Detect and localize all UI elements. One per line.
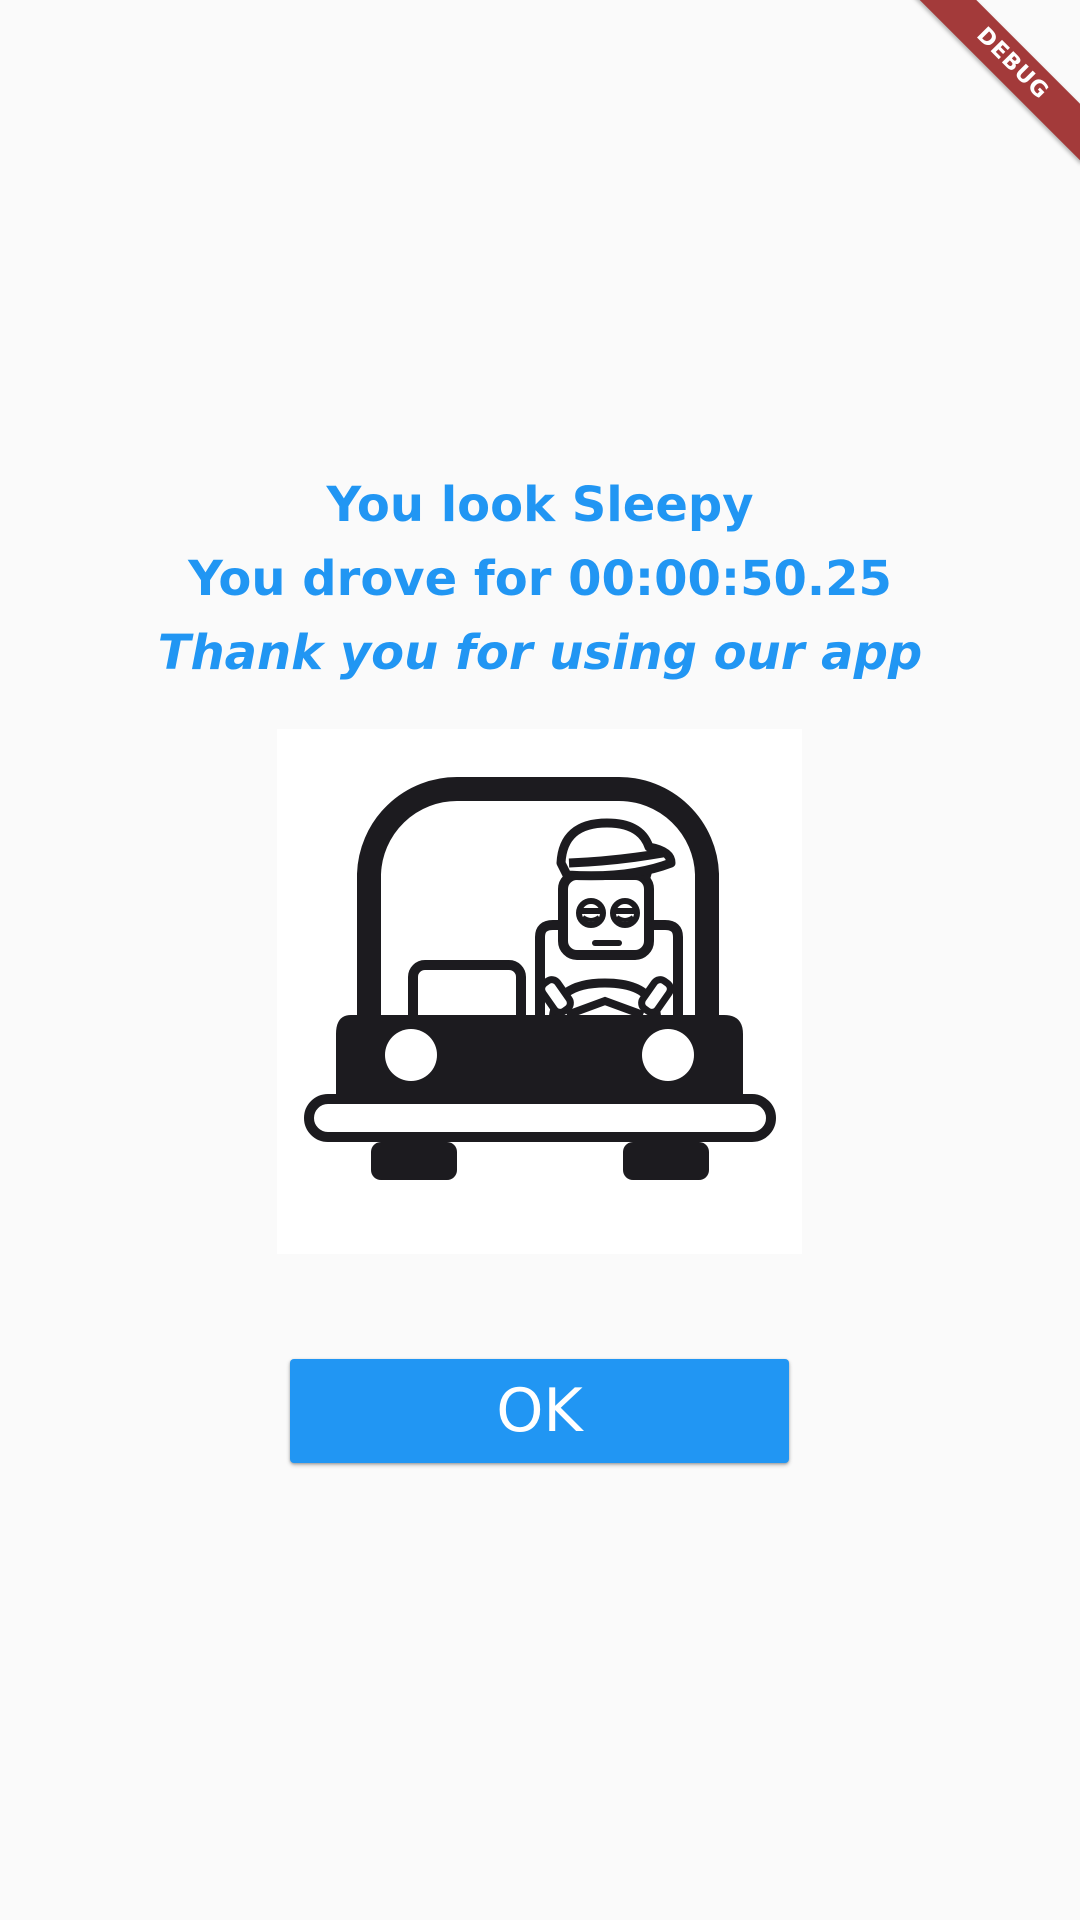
result-screen: DEBUG You look Sleepy You drove for 00:0…	[0, 0, 1080, 1920]
drive-duration-text: You drove for 00:00:50.25	[188, 551, 892, 607]
thank-you-text: Thank you for using our app	[157, 625, 923, 681]
sleepy-driver-illustration	[277, 729, 802, 1254]
status-text: You look Sleepy	[326, 477, 754, 533]
debug-banner: DEBUG	[913, 0, 1080, 163]
message-block: You look Sleepy You drove for 00:00:50.2…	[0, 468, 1080, 690]
ok-button[interactable]: OK	[290, 1359, 789, 1463]
sleepy-driver-car-icon	[304, 777, 776, 1180]
